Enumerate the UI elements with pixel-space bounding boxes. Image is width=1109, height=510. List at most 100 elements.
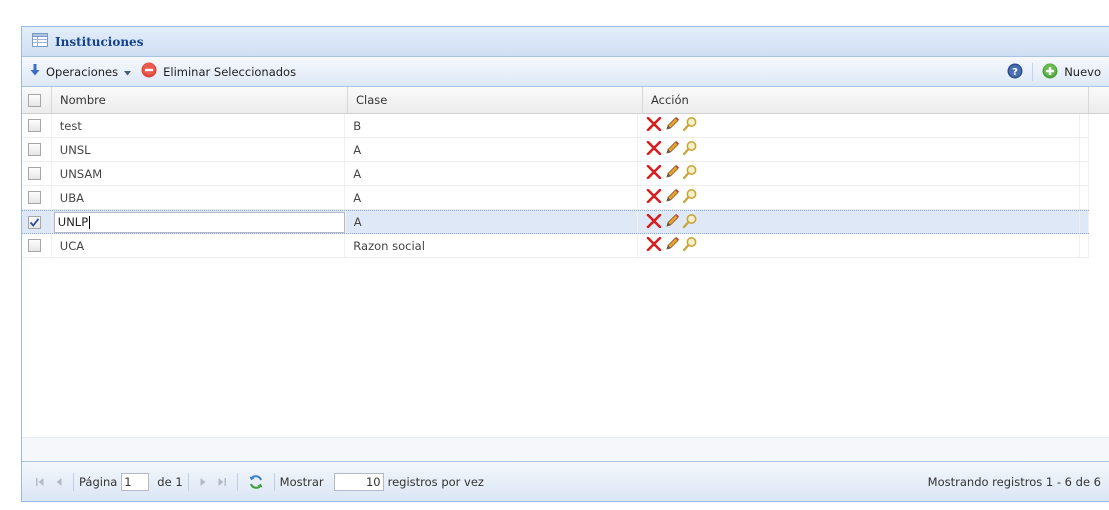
row-checkbox[interactable]	[28, 143, 41, 156]
cell-nombre: UNSL	[52, 138, 346, 161]
pager-separator	[73, 472, 74, 491]
pager-separator	[187, 472, 189, 491]
toolbar: Operaciones Eliminar Seleccionados ? Nue…	[22, 57, 1109, 87]
operaciones-button[interactable]: Operaciones	[30, 64, 132, 79]
nuevo-label: Nuevo	[1064, 65, 1101, 79]
pagina-label: Página	[79, 474, 118, 489]
delete-icon[interactable]	[646, 236, 662, 254]
row-check-cell	[22, 186, 52, 209]
column-header-nombre[interactable]: Nombre	[52, 87, 348, 113]
edit-icon[interactable]	[664, 213, 680, 232]
delete-icon[interactable]	[646, 116, 662, 134]
pager-separator	[236, 472, 238, 491]
last-page-icon[interactable]	[217, 477, 227, 487]
cell-nombre: UNSAM	[52, 162, 346, 185]
text-cursor	[89, 215, 91, 229]
grid-footer-strip	[22, 437, 1109, 462]
row-checkbox[interactable]	[28, 191, 41, 204]
row-check-cell	[22, 162, 52, 185]
delete-icon[interactable]	[646, 213, 662, 231]
cell-filler	[1080, 162, 1089, 185]
panel-title: Instituciones	[55, 34, 144, 49]
per-page-input[interactable]: 10	[333, 472, 384, 491]
nuevo-button[interactable]: Nuevo	[1042, 63, 1101, 82]
cell-accion	[638, 114, 1080, 137]
toolbar-separator	[1032, 63, 1034, 81]
table-row[interactable]: UBA A	[22, 186, 1089, 210]
table-row[interactable]: test B	[22, 114, 1089, 138]
prev-page-icon[interactable]	[55, 477, 63, 487]
row-checkbox[interactable]	[28, 119, 41, 132]
instituciones-panel: Instituciones Operaciones Eliminar Selec…	[21, 26, 1109, 502]
table-row[interactable]: UCA Razon social	[22, 234, 1089, 258]
panel-titlebar: Instituciones	[22, 27, 1109, 57]
row-checkbox-checked[interactable]	[28, 215, 41, 229]
mostrar-label: Mostrar	[279, 474, 324, 489]
page-number-input[interactable]: 1	[121, 472, 150, 491]
column-header-filler	[1089, 87, 1109, 113]
view-icon[interactable]	[682, 116, 698, 135]
cell-clase: Razon social	[345, 234, 638, 257]
view-icon[interactable]	[682, 164, 698, 183]
help-icon[interactable]: ?	[1007, 63, 1023, 82]
edit-icon[interactable]	[664, 116, 680, 135]
row-check-cell	[22, 138, 52, 161]
table-row[interactable]: UNSAM A	[22, 162, 1089, 186]
pager-separator	[273, 472, 275, 491]
cell-clase: A	[346, 211, 639, 233]
cell-nombre: UBA	[52, 186, 346, 209]
delete-icon[interactable]	[646, 164, 662, 182]
add-icon	[1042, 63, 1058, 82]
cell-clase: A	[345, 138, 638, 161]
edit-icon[interactable]	[664, 188, 680, 207]
table-row[interactable]: UNSL A	[22, 138, 1089, 162]
row-checkbox[interactable]	[28, 167, 41, 180]
edit-icon[interactable]	[664, 164, 680, 183]
row-check-cell	[22, 211, 52, 233]
row-checkbox[interactable]	[28, 239, 41, 252]
delete-icon[interactable]	[646, 188, 662, 206]
nombre-editor-input[interactable]: UNLP	[53, 211, 345, 233]
grid-body: test B UNSL A UNSAM A UBA A UNLP A UCA R…	[22, 114, 1109, 419]
eliminar-seleccionados-label: Eliminar Seleccionados	[163, 64, 297, 79]
arrow-down-icon	[30, 64, 40, 79]
edit-icon[interactable]	[664, 236, 680, 255]
cell-accion	[638, 211, 1080, 233]
select-all-cell	[22, 87, 52, 113]
column-header-accion[interactable]: Acción	[643, 87, 1089, 113]
table-row-selected[interactable]: UNLP A	[22, 210, 1089, 234]
next-page-icon[interactable]	[199, 477, 207, 487]
cell-accion	[638, 186, 1080, 209]
cell-accion	[638, 162, 1080, 185]
cell-filler	[1080, 211, 1089, 233]
paging-toolbar: Página 1 de 1 Mostrar 10 registros por v…	[22, 461, 1109, 501]
cell-filler	[1080, 138, 1089, 161]
remove-icon	[141, 62, 157, 81]
cell-accion	[638, 138, 1080, 161]
cell-clase: A	[345, 162, 638, 185]
cell-nombre-editing: UNLP	[52, 211, 346, 233]
row-check-cell	[22, 234, 52, 257]
cell-filler	[1080, 114, 1089, 137]
refresh-icon[interactable]	[248, 474, 264, 490]
cell-filler	[1080, 186, 1089, 209]
view-icon[interactable]	[682, 236, 698, 255]
view-icon[interactable]	[682, 140, 698, 159]
edit-icon[interactable]	[664, 140, 680, 159]
delete-icon[interactable]	[646, 140, 662, 158]
select-all-checkbox[interactable]	[28, 93, 41, 107]
svg-text:?: ?	[1012, 67, 1018, 78]
view-icon[interactable]	[682, 188, 698, 207]
column-header-clase[interactable]: Clase	[348, 87, 643, 113]
first-page-icon[interactable]	[35, 477, 45, 487]
cell-nombre: test	[52, 114, 346, 137]
grid-header: Nombre Clase Acción	[22, 87, 1109, 114]
operaciones-label: Operaciones	[46, 64, 119, 79]
cell-filler	[1080, 234, 1089, 257]
editor-value: UNLP	[57, 215, 89, 229]
view-icon[interactable]	[682, 213, 698, 232]
registros-por-vez-label: registros por vez	[387, 474, 484, 489]
cell-accion	[638, 234, 1080, 257]
eliminar-seleccionados-button[interactable]: Eliminar Seleccionados	[141, 62, 296, 81]
de-label: de 1	[157, 474, 183, 489]
